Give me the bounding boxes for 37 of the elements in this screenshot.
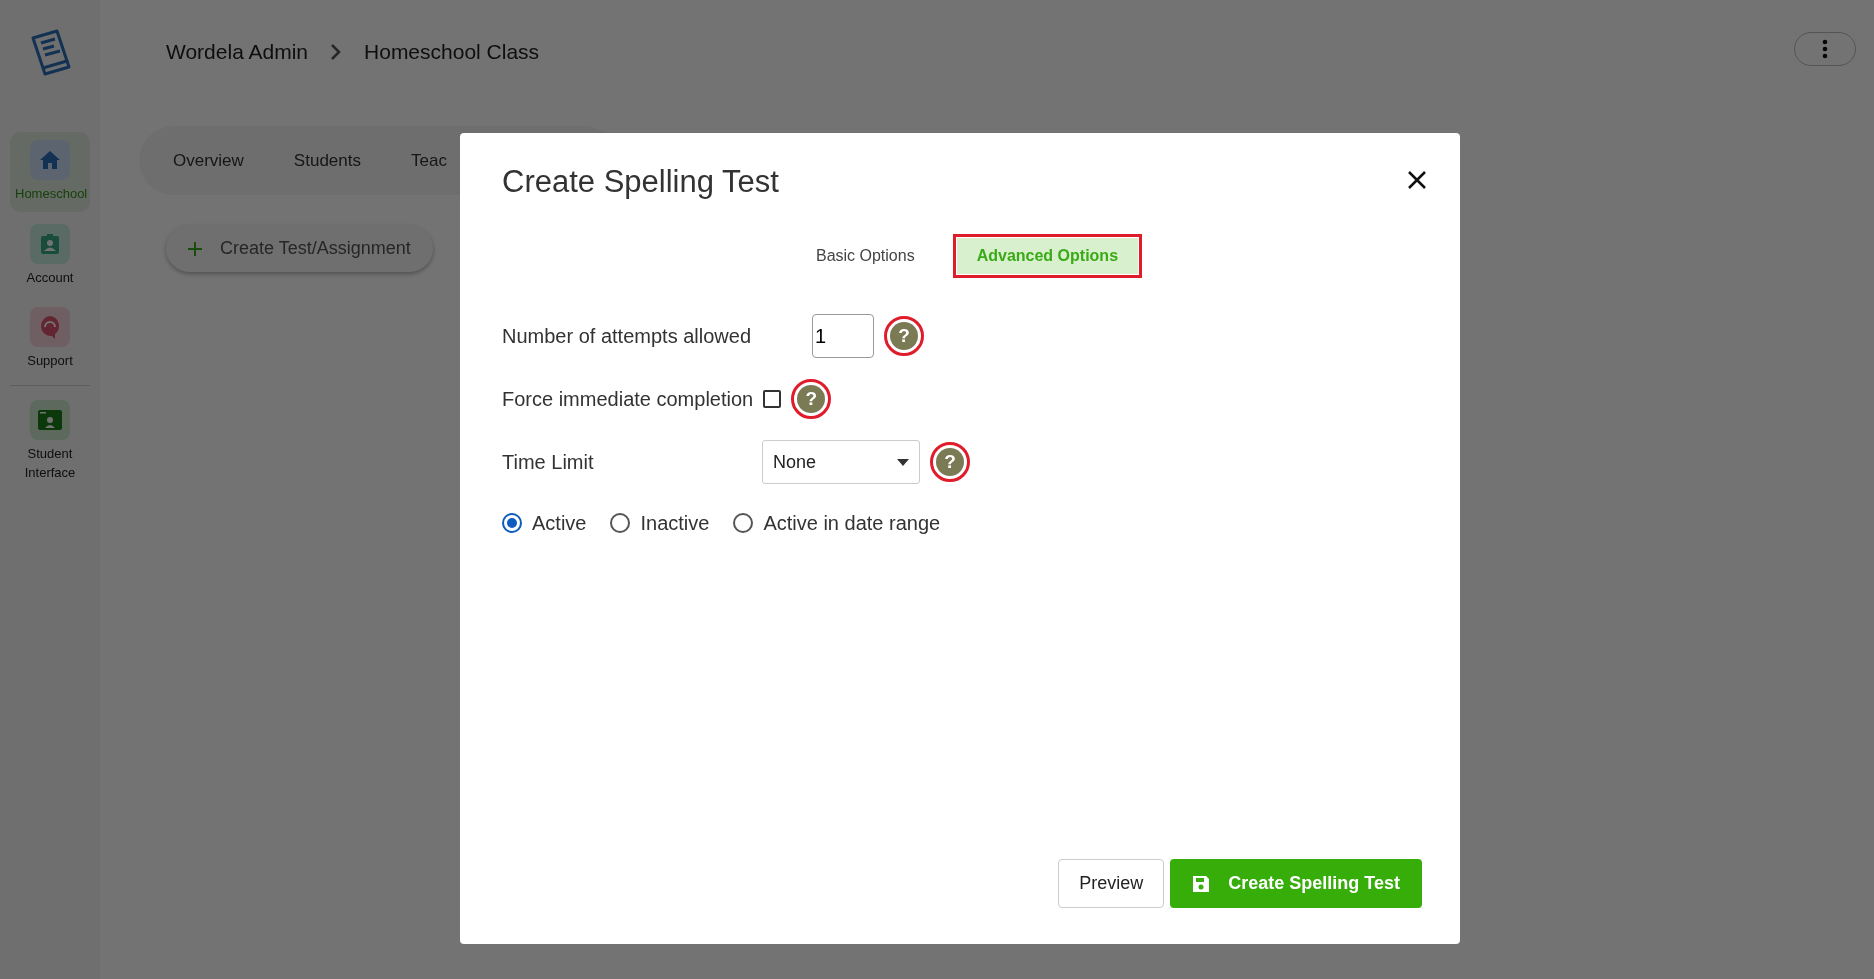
sidebar-item[interactable]: Account <box>10 215 90 295</box>
radio-option[interactable]: Active in date range <box>733 508 941 539</box>
options-tab[interactable]: Basic Options <box>795 238 935 275</box>
number-field[interactable]: 1 <box>812 314 874 359</box>
field-label: Number of attempts allowed <box>502 324 752 350</box>
sidebar-label: Student Interface <box>23 444 77 482</box>
plus-icon <box>188 241 202 256</box>
radio-option[interactable]: Inactive <box>610 508 710 539</box>
menu-button[interactable] <box>1794 32 1856 66</box>
sidebar-item[interactable]: Homeschool <box>10 132 90 212</box>
sidebar-item[interactable]: Support <box>10 299 90 379</box>
save-icon <box>1192 874 1211 893</box>
nav-tab[interactable]: Teac <box>410 147 447 173</box>
sidebar-label: Account <box>26 268 74 287</box>
create-button[interactable]: Create Test/Assignment <box>166 225 433 272</box>
nav-tab[interactable]: Overview <box>173 147 244 173</box>
create-button[interactable]: Create Spelling Test <box>1170 859 1422 908</box>
window-icon <box>30 399 70 440</box>
dialog-title: Create Spelling Test <box>502 163 779 201</box>
checkbox[interactable] <box>763 390 782 409</box>
more-icon <box>1822 39 1828 59</box>
field-label: Time Limit <box>502 450 595 476</box>
sidebar-label: Support <box>27 352 73 370</box>
field-label: Force immediate completion <box>502 387 754 413</box>
nav-tab[interactable]: Students <box>293 147 361 173</box>
dropdown[interactable]: None <box>762 440 920 485</box>
radio-option[interactable]: Active <box>502 508 587 539</box>
sidebar-label: Homeschool <box>15 185 85 203</box>
preview-button[interactable]: Preview <box>1058 859 1165 908</box>
sidebar-item[interactable]: Student Interface <box>10 391 90 491</box>
breadcrumb-link[interactable]: Wordela Admin <box>166 36 309 68</box>
chevron-icon <box>330 42 343 61</box>
chat-icon <box>30 307 70 347</box>
home-icon <box>30 140 70 180</box>
caret-icon <box>897 458 909 466</box>
badge-icon <box>30 223 70 264</box>
breadcrumb-link[interactable]: Homeschool Class <box>364 36 540 68</box>
